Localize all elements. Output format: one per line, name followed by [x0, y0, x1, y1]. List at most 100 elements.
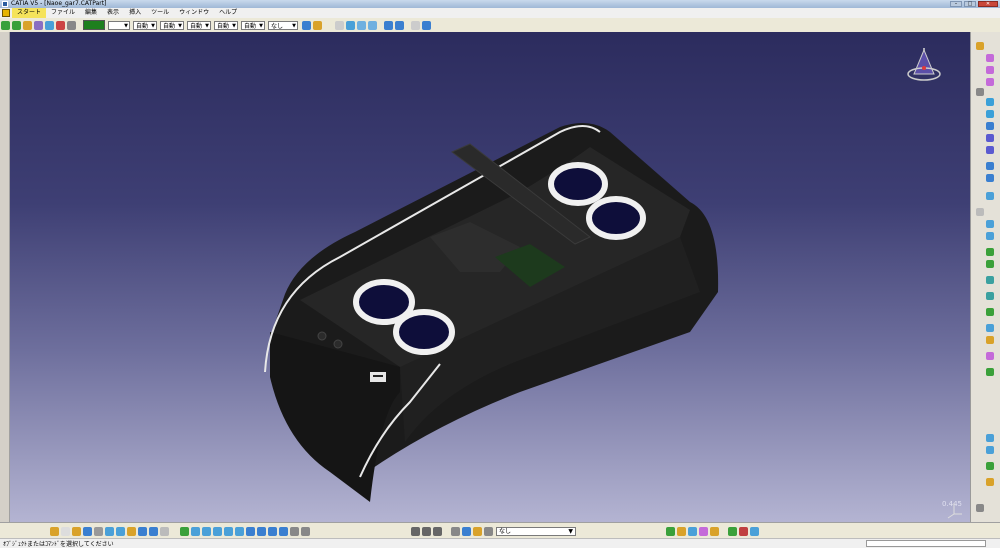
fly-mode-icon[interactable]: [180, 526, 189, 536]
menu-help[interactable]: ヘルプ: [214, 8, 242, 18]
thickness-icon[interactable]: [986, 146, 994, 154]
workbench-icon[interactable]: [2, 9, 10, 17]
help-icon[interactable]: [160, 526, 169, 536]
undo-bottom-icon[interactable]: [138, 526, 147, 536]
options-icon[interactable]: [688, 526, 697, 536]
table-icon[interactable]: [433, 526, 442, 536]
mirror-icon[interactable]: [986, 174, 994, 182]
shading-icon[interactable]: [422, 20, 431, 30]
point-icon[interactable]: [976, 208, 984, 216]
customize-icon[interactable]: [699, 526, 708, 536]
hide-icon[interactable]: [290, 526, 299, 536]
undo-icon[interactable]: [56, 20, 65, 30]
rotate-icon[interactable]: [213, 526, 222, 536]
boolean-icon[interactable]: [986, 192, 994, 200]
print-icon[interactable]: [94, 526, 103, 536]
axis-icon[interactable]: [986, 232, 994, 240]
apply-material-icon[interactable]: [986, 308, 994, 316]
normal-view-icon[interactable]: [246, 526, 255, 536]
select-icon[interactable]: [23, 20, 32, 30]
pad-icon[interactable]: [986, 54, 994, 62]
paint-icon[interactable]: [302, 20, 311, 30]
line-type-combo[interactable]: 自動 ▼: [187, 20, 211, 30]
sketch-icon[interactable]: [34, 20, 43, 30]
menu-window[interactable]: ウィンドウ: [174, 8, 214, 18]
brush-icon[interactable]: [313, 20, 322, 30]
annotation-icon[interactable]: [986, 324, 994, 332]
minimize-button[interactable]: –: [950, 1, 962, 7]
macro-icon[interactable]: [677, 526, 686, 536]
transparency-combo[interactable]: 自動 ▼: [133, 20, 157, 30]
zoom-out-icon[interactable]: [235, 526, 244, 536]
reaction-icon[interactable]: [986, 462, 994, 470]
zoom-icon[interactable]: [368, 20, 377, 30]
move-icon[interactable]: [1, 20, 10, 30]
update-icon[interactable]: [986, 368, 994, 376]
menu-insert[interactable]: 挿入: [124, 8, 146, 18]
fillet-icon[interactable]: [986, 98, 994, 106]
search-icon[interactable]: [710, 526, 719, 536]
draft-icon[interactable]: [986, 134, 994, 142]
pan-icon[interactable]: [12, 20, 21, 30]
open-icon[interactable]: [72, 526, 81, 536]
measure-icon[interactable]: [45, 20, 54, 30]
publish-icon[interactable]: [986, 336, 994, 344]
workbench-switch-icon[interactable]: [50, 526, 59, 536]
isolate-icon[interactable]: [451, 526, 460, 536]
render-style-combo[interactable]: 自動 ▼: [241, 20, 265, 30]
analysis-icon[interactable]: [986, 292, 994, 300]
layer-combo[interactable]: なし ▼: [268, 20, 298, 30]
fit-icon[interactable]: [191, 526, 200, 536]
filter-icon[interactable]: [462, 526, 471, 536]
constraint-icon[interactable]: [986, 248, 994, 256]
layer-icon[interactable]: [473, 526, 482, 536]
shaft-icon[interactable]: [986, 78, 994, 86]
snap-icon[interactable]: [411, 526, 420, 536]
pocket-icon[interactable]: [986, 66, 994, 74]
color-combo[interactable]: ▼: [108, 20, 130, 30]
catalog-icon[interactable]: [986, 352, 994, 360]
render-icon[interactable]: [279, 526, 288, 536]
pattern-icon[interactable]: [986, 162, 994, 170]
tools-icon[interactable]: [666, 526, 675, 536]
fly-icon[interactable]: [346, 20, 355, 30]
line-icon[interactable]: [986, 220, 994, 228]
zoom-in-icon[interactable]: [224, 526, 233, 536]
point-symbol-combo[interactable]: 自動 ▼: [214, 20, 238, 30]
info-icon[interactable]: [750, 526, 759, 536]
apply-icon[interactable]: [728, 526, 737, 536]
copy-icon[interactable]: [116, 526, 125, 536]
swap-visible-icon[interactable]: [301, 526, 310, 536]
view-icon[interactable]: [384, 20, 393, 30]
compass-icon[interactable]: [904, 44, 944, 86]
stop-icon[interactable]: [739, 526, 748, 536]
save-icon[interactable]: [83, 526, 92, 536]
sketcher-icon[interactable]: [976, 42, 984, 50]
rule-icon[interactable]: [986, 446, 994, 454]
plane-icon[interactable]: [976, 88, 984, 96]
hide-show-icon[interactable]: [411, 20, 420, 30]
quick-view-icon[interactable]: [268, 526, 277, 536]
knowledge-icon[interactable]: [986, 434, 994, 442]
close-button[interactable]: ✕: [978, 1, 998, 7]
shell-icon[interactable]: [986, 122, 994, 130]
color-swatch[interactable]: [83, 20, 105, 30]
multi-view-icon[interactable]: [257, 526, 266, 536]
menu-view[interactable]: 表示: [102, 8, 124, 18]
menu-edit[interactable]: 編集: [80, 8, 102, 18]
command-input[interactable]: [866, 540, 986, 547]
paste-icon[interactable]: [127, 526, 136, 536]
menu-start[interactable]: スタート: [12, 8, 47, 18]
measure-item-icon[interactable]: [986, 276, 994, 284]
pan-view-icon[interactable]: [202, 526, 211, 536]
lock-icon[interactable]: [67, 20, 76, 30]
parameter-icon[interactable]: [986, 260, 994, 268]
iso-view-icon[interactable]: [395, 20, 404, 30]
cut-icon[interactable]: [105, 526, 114, 536]
new-icon[interactable]: [61, 526, 70, 536]
3d-viewport[interactable]: 0.445: [0, 32, 970, 522]
line-weight-combo[interactable]: 自動 ▼: [160, 20, 184, 30]
layer-filter-combo[interactable]: なし ▼: [496, 526, 576, 536]
maximize-button[interactable]: □: [964, 1, 976, 7]
menu-tools[interactable]: ツール: [146, 8, 174, 18]
